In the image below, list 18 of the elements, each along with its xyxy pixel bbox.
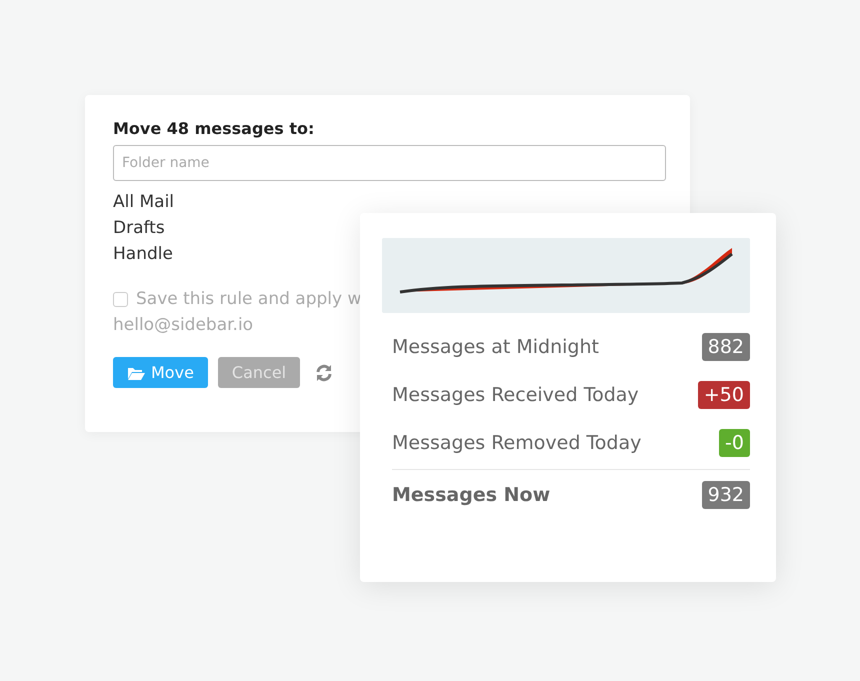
folder-item[interactable]: Handle (113, 241, 173, 267)
stat-value: -0 (719, 429, 750, 457)
folder-item[interactable]: All Mail (113, 189, 174, 215)
folder-name-field[interactable]: Folder name (113, 145, 666, 181)
refresh-icon[interactable] (314, 362, 334, 382)
folder-item[interactable]: Drafts (113, 215, 165, 241)
checkbox[interactable] (113, 292, 128, 306)
checkbox-label: Save this rule and apply w (136, 289, 362, 309)
folder-icon (127, 366, 145, 380)
stat-label: Messages Now (392, 484, 550, 506)
stat-label: Messages at Midnight (392, 336, 599, 358)
dialog-title: Move 48 messages to: (113, 119, 316, 138)
stat-value: +50 (698, 381, 750, 409)
stat-label: Messages Removed Today (392, 432, 642, 454)
stat-value: 932 (702, 481, 750, 509)
account-email: hello@sidebar.io (113, 315, 254, 335)
stat-value: 882 (702, 333, 750, 361)
stat-label: Messages Received Today (392, 384, 639, 406)
